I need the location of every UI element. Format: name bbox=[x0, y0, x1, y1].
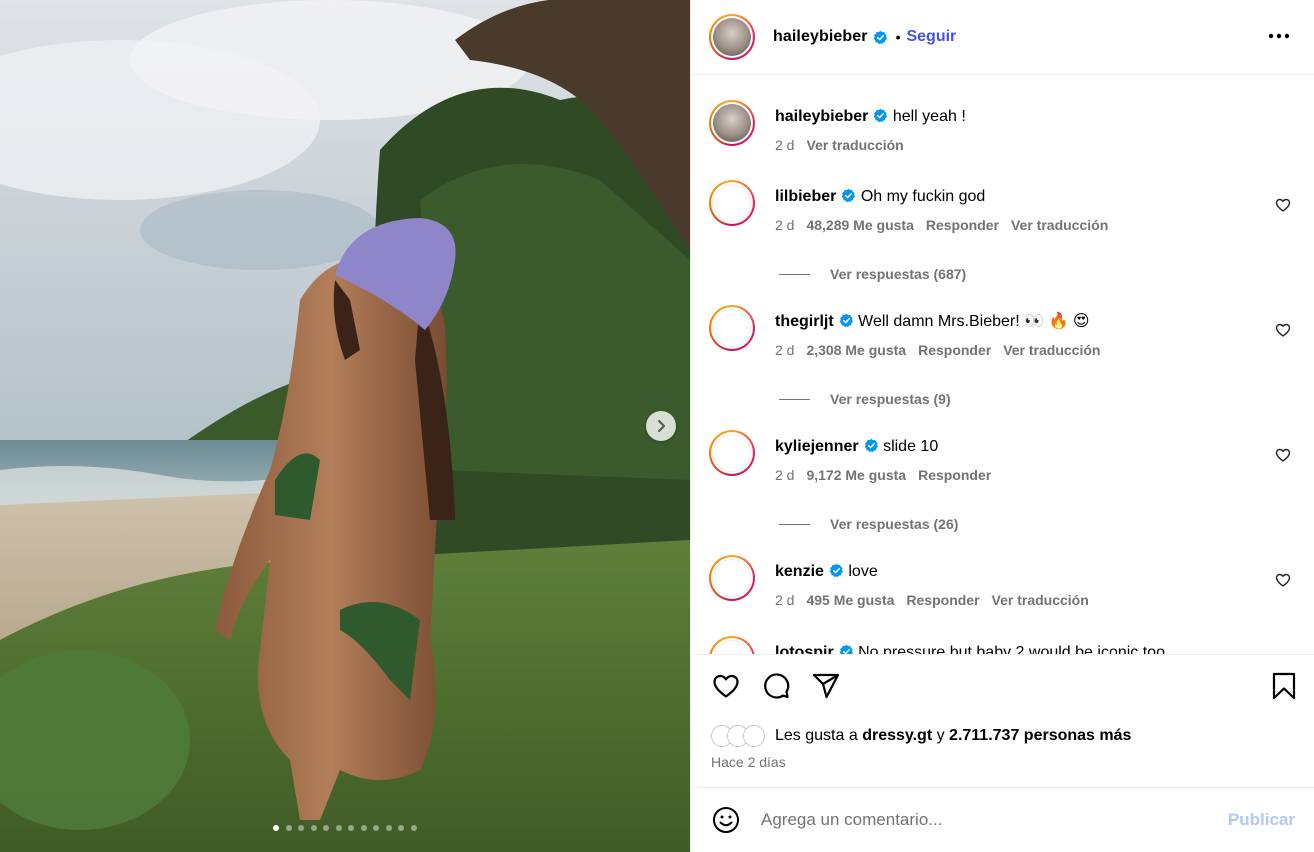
more-horizontal-icon bbox=[1268, 33, 1290, 39]
comment-composer: Publicar bbox=[691, 788, 1314, 852]
verified-badge-icon bbox=[864, 438, 878, 453]
view-replies-button[interactable]: Ver respuestas (9) bbox=[779, 391, 951, 407]
publish-button[interactable]: Publicar bbox=[1228, 810, 1295, 830]
carousel-dot bbox=[310, 825, 317, 831]
carousel-dot bbox=[273, 825, 279, 831]
commenter-avatar[interactable] bbox=[709, 100, 755, 146]
carousel-indicator bbox=[273, 825, 417, 831]
comment-time[interactable]: 2 d bbox=[775, 592, 794, 608]
post-actions: Les gusta a dressy.gt y 2.711.737 person… bbox=[691, 654, 1314, 788]
follow-button[interactable]: Seguir bbox=[906, 28, 956, 46]
reply-button[interactable]: Responder bbox=[918, 467, 991, 483]
commenter-avatar[interactable] bbox=[709, 305, 755, 351]
carousel-dot bbox=[348, 825, 354, 831]
carousel-dot bbox=[298, 825, 304, 831]
commenter-avatar[interactable] bbox=[709, 555, 755, 601]
likes-count[interactable]: 2.711.737 personas más bbox=[949, 727, 1131, 744]
carousel-dot bbox=[410, 825, 417, 831]
share-send-icon[interactable] bbox=[811, 671, 841, 701]
comment-text: Well damn Mrs.Bieber! 👀 🔥 😍 bbox=[858, 313, 1090, 330]
comment-time[interactable]: 2 d bbox=[775, 342, 794, 358]
comments-list[interactable]: haileybieber hell yeah ! 2 d Ver traducció… bbox=[691, 76, 1314, 654]
likes-summary: Les gusta a dressy.gt y 2.711.737 person… bbox=[711, 725, 1131, 747]
comment-time[interactable]: 2 d bbox=[775, 137, 794, 153]
replies-divider bbox=[779, 523, 810, 525]
comment-like-heart-icon[interactable] bbox=[1275, 447, 1291, 463]
carousel-dot bbox=[335, 825, 342, 831]
commenter-username[interactable]: kyliejenner bbox=[775, 438, 859, 455]
comment-like-count[interactable]: 9,172 Me gusta bbox=[806, 467, 906, 483]
verified-badge-icon bbox=[839, 313, 853, 328]
commenter-username[interactable]: lilbieber bbox=[775, 188, 836, 205]
post-timestamp[interactable]: Hace 2 días bbox=[711, 754, 786, 770]
carousel-dot bbox=[385, 825, 392, 831]
comment-text: No pressure but baby 2 would be iconic t… bbox=[858, 644, 1165, 654]
likes-prefix: Les gusta a bbox=[775, 727, 858, 744]
comment-time[interactable]: 2 d bbox=[775, 467, 794, 483]
save-bookmark-icon[interactable] bbox=[1269, 671, 1299, 701]
replies-divider bbox=[779, 398, 810, 400]
carousel-dot bbox=[373, 825, 379, 831]
comment-like-count[interactable]: 48,289 Me gusta bbox=[806, 217, 913, 233]
comment-like-count[interactable]: 495 Me gusta bbox=[806, 592, 894, 608]
comment-input[interactable] bbox=[761, 805, 1221, 835]
view-replies-label[interactable]: Ver respuestas (687) bbox=[830, 266, 966, 282]
post-photo bbox=[0, 0, 690, 852]
post-panel: haileybieber • Seguir haileybieber hell … bbox=[690, 0, 1314, 852]
translate-button[interactable]: Ver traducción bbox=[1003, 342, 1100, 358]
likes-first-user[interactable]: dressy.gt bbox=[862, 727, 932, 744]
commenter-avatar[interactable] bbox=[709, 180, 755, 226]
post-media[interactable] bbox=[0, 0, 690, 852]
comment-icon[interactable] bbox=[761, 671, 791, 701]
header-separator: • bbox=[895, 29, 901, 45]
view-replies-label[interactable]: Ver respuestas (26) bbox=[830, 516, 958, 532]
comment-like-heart-icon[interactable] bbox=[1275, 322, 1291, 338]
likes-conjunction: y bbox=[936, 727, 945, 744]
commenter-avatar[interactable] bbox=[709, 430, 755, 476]
commenter-username[interactable]: kenzie bbox=[775, 563, 824, 580]
commenter-username[interactable]: lotospir bbox=[775, 644, 834, 654]
commenter-username[interactable]: haileybieber bbox=[775, 108, 868, 125]
translate-button[interactable]: Ver traducción bbox=[1011, 217, 1108, 233]
verified-badge-icon bbox=[873, 30, 887, 44]
verified-badge-icon bbox=[839, 644, 853, 654]
comment-like-heart-icon[interactable] bbox=[1275, 197, 1291, 213]
comment-text: slide 10 bbox=[883, 438, 939, 455]
comment-time[interactable]: 2 d bbox=[775, 217, 794, 233]
translate-button[interactable]: Ver traducción bbox=[806, 137, 903, 153]
liker-avatar bbox=[743, 725, 765, 747]
comment-text: love bbox=[848, 563, 878, 580]
carousel-dot bbox=[398, 825, 404, 831]
post-header: haileybieber • Seguir bbox=[691, 0, 1314, 75]
replies-divider bbox=[779, 273, 810, 275]
verified-badge-icon bbox=[874, 108, 888, 123]
like-heart-icon[interactable] bbox=[711, 671, 741, 701]
chevron-right-icon bbox=[658, 420, 665, 432]
author-username[interactable]: haileybieber bbox=[773, 28, 868, 46]
verified-badge-icon bbox=[842, 188, 856, 203]
comment-like-heart-icon[interactable] bbox=[1275, 572, 1291, 588]
carousel-dot bbox=[285, 825, 292, 831]
comment-like-count[interactable]: 2,308 Me gusta bbox=[806, 342, 906, 358]
translate-button[interactable]: Ver traducción bbox=[992, 592, 1089, 608]
author-avatar[interactable] bbox=[709, 14, 755, 60]
reply-button[interactable]: Responder bbox=[918, 342, 991, 358]
comment-text: hell yeah ! bbox=[892, 108, 966, 125]
more-options-button[interactable] bbox=[1267, 24, 1291, 48]
comment-text: Oh my fuckin god bbox=[860, 188, 986, 205]
verified-badge-icon bbox=[829, 563, 843, 578]
commenter-username[interactable]: thegirljt bbox=[775, 313, 834, 330]
carousel-dot bbox=[360, 825, 367, 831]
carousel-dot bbox=[323, 825, 329, 831]
next-slide-button[interactable] bbox=[646, 411, 676, 441]
view-replies-label[interactable]: Ver respuestas (9) bbox=[830, 391, 951, 407]
commenter-avatar[interactable] bbox=[709, 636, 755, 654]
view-replies-button[interactable]: Ver respuestas (26) bbox=[779, 516, 958, 532]
reply-button[interactable]: Responder bbox=[926, 217, 999, 233]
view-replies-button[interactable]: Ver respuestas (687) bbox=[779, 266, 966, 282]
emoji-icon[interactable] bbox=[711, 805, 741, 835]
reply-button[interactable]: Responder bbox=[906, 592, 979, 608]
